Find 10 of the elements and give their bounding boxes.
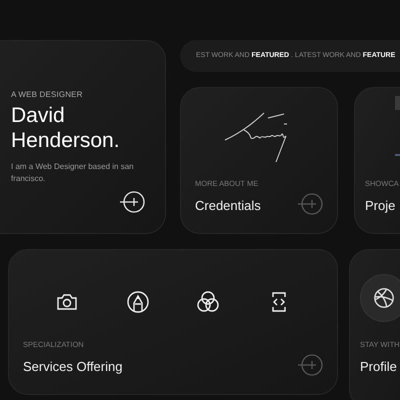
plus-circle-icon[interactable] <box>119 191 145 213</box>
overlapping-circles-icon <box>196 290 220 314</box>
eyebrow-text: A WEB DESIGNER <box>11 89 84 101</box>
card-title: Proje <box>365 196 396 215</box>
card-title: Credentials <box>195 196 261 214</box>
bio-text: I am a Web Designer based in san francisco. <box>11 161 135 185</box>
card-title: Profile <box>360 358 398 376</box>
designer-name: David Henderson. <box>11 103 121 153</box>
pen-circle-icon <box>126 290 150 314</box>
card-title: Services Offering <box>23 358 122 376</box>
